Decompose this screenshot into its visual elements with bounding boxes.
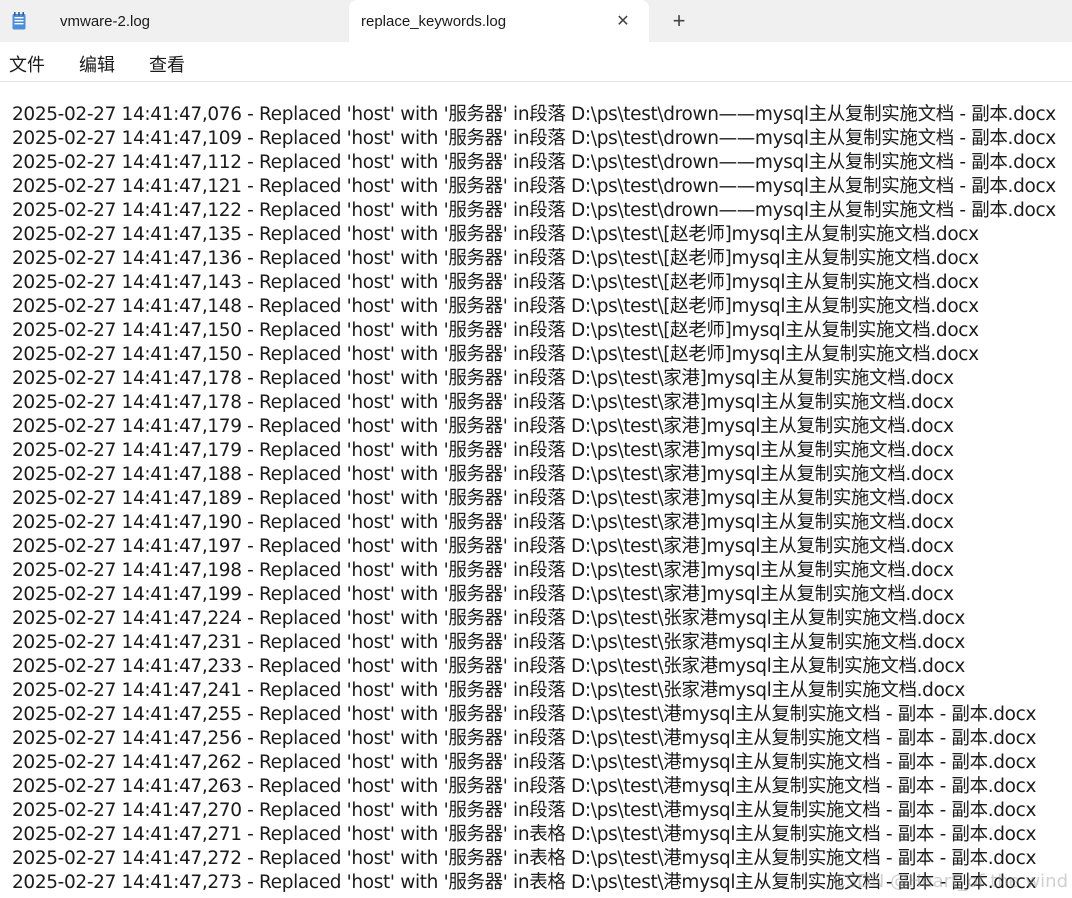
log-line: 2025-02-27 14:41:47,233 - Replaced 'host…: [12, 656, 965, 677]
log-line: 2025-02-27 14:41:47,271 - Replaced 'host…: [12, 824, 1037, 845]
log-line: 2025-02-27 14:41:47,148 - Replaced 'host…: [12, 296, 979, 317]
new-tab-icon[interactable]: +: [667, 8, 691, 33]
log-content: 2025-02-27 14:41:47,076 - Replaced 'host…: [12, 103, 1056, 895]
log-line: 2025-02-27 14:41:47,179 - Replaced 'host…: [12, 440, 954, 461]
watermark: CSDN @Heart_of the wind: [832, 871, 1068, 892]
log-line: 2025-02-27 14:41:47,199 - Replaced 'host…: [12, 584, 954, 605]
log-line: 2025-02-27 14:41:47,135 - Replaced 'host…: [12, 224, 979, 245]
tab-bar: vmware-2.log replace_keywords.log ✕ +: [0, 0, 1072, 42]
notepad-icon: [12, 12, 26, 30]
log-line: 2025-02-27 14:41:47,224 - Replaced 'host…: [12, 608, 965, 629]
log-line: 2025-02-27 14:41:47,150 - Replaced 'host…: [12, 320, 979, 341]
log-line: 2025-02-27 14:41:47,143 - Replaced 'host…: [12, 272, 979, 293]
log-line: 2025-02-27 14:41:47,109 - Replaced 'host…: [12, 128, 1056, 149]
text-editor-area[interactable]: 2025-02-27 14:41:47,076 - Replaced 'host…: [0, 82, 1072, 898]
tab-replace-keywords-log[interactable]: replace_keywords.log ✕: [349, 0, 649, 42]
log-line: 2025-02-27 14:41:47,150 - Replaced 'host…: [12, 344, 979, 365]
log-line: 2025-02-27 14:41:47,241 - Replaced 'host…: [12, 680, 965, 701]
log-line: 2025-02-27 14:41:47,178 - Replaced 'host…: [12, 368, 954, 389]
log-line: 2025-02-27 14:41:47,179 - Replaced 'host…: [12, 416, 954, 437]
log-line: 2025-02-27 14:41:47,272 - Replaced 'host…: [12, 848, 1037, 869]
log-line: 2025-02-27 14:41:47,121 - Replaced 'host…: [12, 176, 1056, 197]
tab-label: replace_keywords.log: [361, 12, 507, 30]
log-line: 2025-02-27 14:41:47,263 - Replaced 'host…: [12, 776, 1037, 797]
log-line: 2025-02-27 14:41:47,262 - Replaced 'host…: [12, 752, 1037, 773]
log-line: 2025-02-27 14:41:47,197 - Replaced 'host…: [12, 536, 954, 557]
log-line: 2025-02-27 14:41:47,178 - Replaced 'host…: [12, 392, 954, 413]
menu-bar: 文件 编辑 查看: [0, 42, 1072, 82]
menu-view[interactable]: 查看: [149, 51, 185, 77]
log-line: 2025-02-27 14:41:47,255 - Replaced 'host…: [12, 704, 1037, 725]
log-line: 2025-02-27 14:41:47,122 - Replaced 'host…: [12, 200, 1056, 221]
log-line: 2025-02-27 14:41:47,112 - Replaced 'host…: [12, 152, 1056, 173]
close-tab-icon[interactable]: ✕: [613, 11, 633, 31]
log-line: 2025-02-27 14:41:47,136 - Replaced 'host…: [12, 248, 979, 269]
log-line: 2025-02-27 14:41:47,231 - Replaced 'host…: [12, 632, 965, 653]
log-line: 2025-02-27 14:41:47,198 - Replaced 'host…: [12, 560, 954, 581]
log-line: 2025-02-27 14:41:47,190 - Replaced 'host…: [12, 512, 954, 533]
tab-vmware-log[interactable]: vmware-2.log: [0, 0, 348, 42]
menu-file[interactable]: 文件: [9, 51, 45, 77]
log-line: 2025-02-27 14:41:47,076 - Replaced 'host…: [12, 104, 1056, 125]
log-line: 2025-02-27 14:41:47,270 - Replaced 'host…: [12, 800, 1037, 821]
log-line: 2025-02-27 14:41:47,189 - Replaced 'host…: [12, 488, 954, 509]
log-line: 2025-02-27 14:41:47,256 - Replaced 'host…: [12, 728, 1037, 749]
log-line: 2025-02-27 14:41:47,188 - Replaced 'host…: [12, 464, 954, 485]
menu-edit[interactable]: 编辑: [79, 51, 115, 77]
tab-label: vmware-2.log: [60, 12, 151, 30]
